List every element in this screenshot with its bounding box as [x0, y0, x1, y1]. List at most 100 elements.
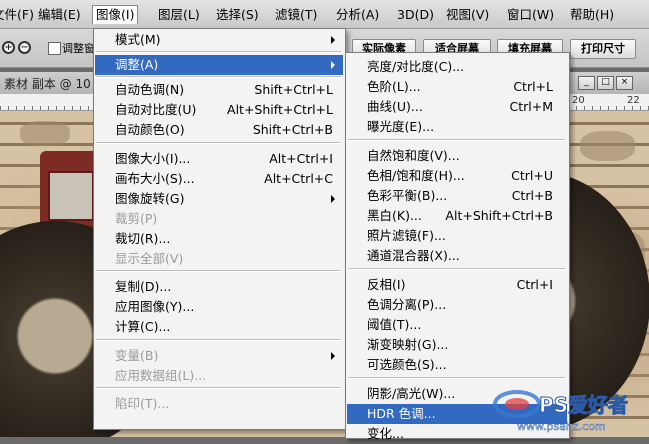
menu-item-label: 调整(A)	[115, 57, 159, 72]
tractor-grill	[48, 171, 94, 221]
menu-filter[interactable]: 滤镜(T)	[275, 6, 317, 24]
submenu-arrow-icon	[331, 36, 335, 44]
image-menu-item[interactable]: 应用图像(Y)...	[95, 297, 343, 317]
menu-separator	[348, 377, 565, 379]
ruler-number: 20	[572, 95, 585, 106]
menu-item-label: 照片滤镜(F)...	[367, 228, 446, 243]
image-menu-item[interactable]: 画布大小(S)... Alt+Ctrl+C	[95, 169, 343, 189]
menu-item-shortcut: Ctrl+U	[511, 168, 553, 183]
menu-item-label: 阈值(T)...	[367, 317, 422, 332]
menu-item-label: 色彩平衡(B)...	[367, 188, 448, 203]
adjust-menu-item[interactable]: 渐变映射(G)...	[347, 335, 567, 355]
adjust-menu-item[interactable]: 曝光度(E)...	[347, 117, 567, 137]
adjust-menu-item[interactable]: 照片滤镜(F)...	[347, 226, 567, 246]
menu-item-shortcut: Ctrl+M	[509, 99, 554, 114]
image-menu-item[interactable]: 模式(M)	[95, 30, 343, 50]
menu-separator	[96, 387, 341, 389]
adjust-menu-item[interactable]: 可选颜色(S)...	[347, 355, 567, 375]
menu-item-shortcut: Ctrl+L	[513, 79, 553, 94]
menu-item-label: 色调分离(P)...	[367, 297, 447, 312]
print-size-button[interactable]: 打印尺寸	[570, 39, 636, 59]
menu-item-label: 自动对比度(U)	[115, 102, 197, 117]
resize-window-label: 调整窗	[62, 42, 95, 55]
menu-item-shortcut: Shift+Ctrl+B	[252, 122, 333, 137]
menu-item-shortcut: Alt+Ctrl+C	[264, 171, 333, 186]
zoom-in-icon[interactable]: +	[2, 41, 15, 54]
menu-separator	[348, 139, 565, 141]
adjust-menu-item[interactable]: 黑白(K)... Alt+Shift+Ctrl+B	[347, 206, 567, 226]
image-menu-item[interactable]: 图像大小(I)... Alt+Ctrl+I	[95, 149, 343, 169]
image-menu-item[interactable]: 复制(D)...	[95, 277, 343, 297]
menu-image[interactable]: 图像(I)	[92, 5, 139, 24]
menu-item-label: 陷印(T)...	[115, 396, 170, 411]
adjust-menu-item[interactable]: 自然饱和度(V)...	[347, 146, 567, 166]
menu-separator	[96, 76, 341, 78]
adjust-menu-item[interactable]: 通道混合器(X)...	[347, 246, 567, 266]
maximize-icon[interactable]: □	[597, 76, 614, 90]
zoom-out-icon[interactable]: −	[18, 41, 31, 54]
adjust-menu-item[interactable]: 曲线(U)... Ctrl+M	[347, 97, 567, 117]
menu-item-label: 变化...	[367, 426, 404, 441]
menu-file[interactable]: 文件(F)	[0, 6, 34, 24]
menu-item-label: 自动色调(N)	[115, 82, 185, 97]
menu-item-label: HDR 色调...	[367, 406, 436, 421]
adjust-menu-item[interactable]: 色彩平衡(B)... Ctrl+B	[347, 186, 567, 206]
image-menu-item[interactable]: 自动颜色(O) Shift+Ctrl+B	[95, 120, 343, 140]
adjustments-submenu: 亮度/对比度(C)... 色阶(L)... Ctrl+L 曲线(U)... Ctrl+M…	[345, 52, 570, 441]
close-icon[interactable]: ×	[616, 76, 633, 90]
image-menu-item[interactable]: 图像旋转(G)	[95, 189, 343, 209]
adjust-menu-item[interactable]: 色相/饱和度(H)... Ctrl+U	[347, 166, 567, 186]
adjust-menu-item[interactable]: 色调分离(P)...	[347, 295, 567, 315]
watermark-brand: PS爱好者	[539, 393, 628, 417]
watermark-url: www.psahz.com	[517, 420, 606, 433]
document-title: 素材 副本 @ 10	[4, 77, 91, 91]
menu-item-label: 阴影/高光(W)...	[367, 386, 456, 401]
adjust-menu-item[interactable]: 色阶(L)... Ctrl+L	[347, 77, 567, 97]
image-menu-item: 显示全部(V)	[95, 249, 343, 269]
menu-item-label: 计算(C)...	[115, 319, 171, 334]
menu-separator	[96, 339, 341, 341]
menu-item-label: 曝光度(E)...	[367, 119, 435, 134]
menu-analysis[interactable]: 分析(A)	[336, 6, 379, 24]
image-menu-item[interactable]: 调整(A)	[95, 55, 343, 75]
image-menu-item[interactable]: 计算(C)...	[95, 317, 343, 337]
menu-item-label: 通道混合器(X)...	[367, 248, 460, 263]
menu-item-label: 裁切(R)...	[115, 231, 171, 246]
image-menu-item[interactable]: 裁切(R)...	[95, 229, 343, 249]
menu-item-label: 曲线(U)...	[367, 99, 423, 114]
submenu-arrow-icon	[331, 352, 335, 360]
menu-item-shortcut: Ctrl+B	[511, 188, 553, 203]
menu-edit[interactable]: 编辑(E)	[38, 6, 81, 24]
menu-item-label: 变量(B)	[115, 348, 159, 363]
resize-window-checkbox[interactable]	[48, 42, 61, 55]
minimize-icon[interactable]: _	[578, 76, 595, 90]
menu-view[interactable]: 视图(V)	[446, 6, 489, 24]
menu-item-label: 反相(I)	[367, 277, 406, 292]
adjust-menu-item[interactable]: 亮度/对比度(C)...	[347, 57, 567, 77]
menu-layer[interactable]: 图层(L)	[158, 6, 200, 24]
adjust-menu-item[interactable]: 反相(I) Ctrl+I	[347, 275, 567, 295]
menu-item-label: 色相/饱和度(H)...	[367, 168, 465, 183]
menu-item-label: 画布大小(S)...	[115, 171, 195, 186]
submenu-arrow-icon	[331, 195, 335, 203]
image-menu-item: 陷印(T)...	[95, 394, 343, 414]
menu-item-label: 图像大小(I)...	[115, 151, 191, 166]
menu-item-label: 自动颜色(O)	[115, 122, 185, 137]
adjust-menu-item[interactable]: 阈值(T)...	[347, 315, 567, 335]
menu-item-label: 图像旋转(G)	[115, 191, 185, 206]
menu-item-label: 渐变映射(G)...	[367, 337, 449, 352]
menu-item-shortcut: Alt+Shift+Ctrl+L	[227, 102, 333, 117]
image-menu-item[interactable]: 自动对比度(U) Alt+Shift+Ctrl+L	[95, 100, 343, 120]
menu-item-label: 模式(M)	[115, 32, 161, 47]
menu-window[interactable]: 窗口(W)	[507, 6, 554, 24]
submenu-arrow-icon	[331, 61, 335, 69]
menu-select[interactable]: 选择(S)	[216, 6, 259, 24]
menu-3d[interactable]: 3D(D)	[397, 6, 434, 24]
menu-item-shortcut: Alt+Ctrl+I	[269, 151, 333, 166]
menu-help[interactable]: 帮助(H)	[570, 6, 614, 24]
image-menu-item: 应用数据组(L)...	[95, 366, 343, 386]
image-menu-item[interactable]: 自动色调(N) Shift+Ctrl+L	[95, 80, 343, 100]
menu-item-label: 复制(D)...	[115, 279, 172, 294]
menu-separator	[96, 270, 341, 272]
menu-item-label: 色阶(L)...	[367, 79, 421, 94]
